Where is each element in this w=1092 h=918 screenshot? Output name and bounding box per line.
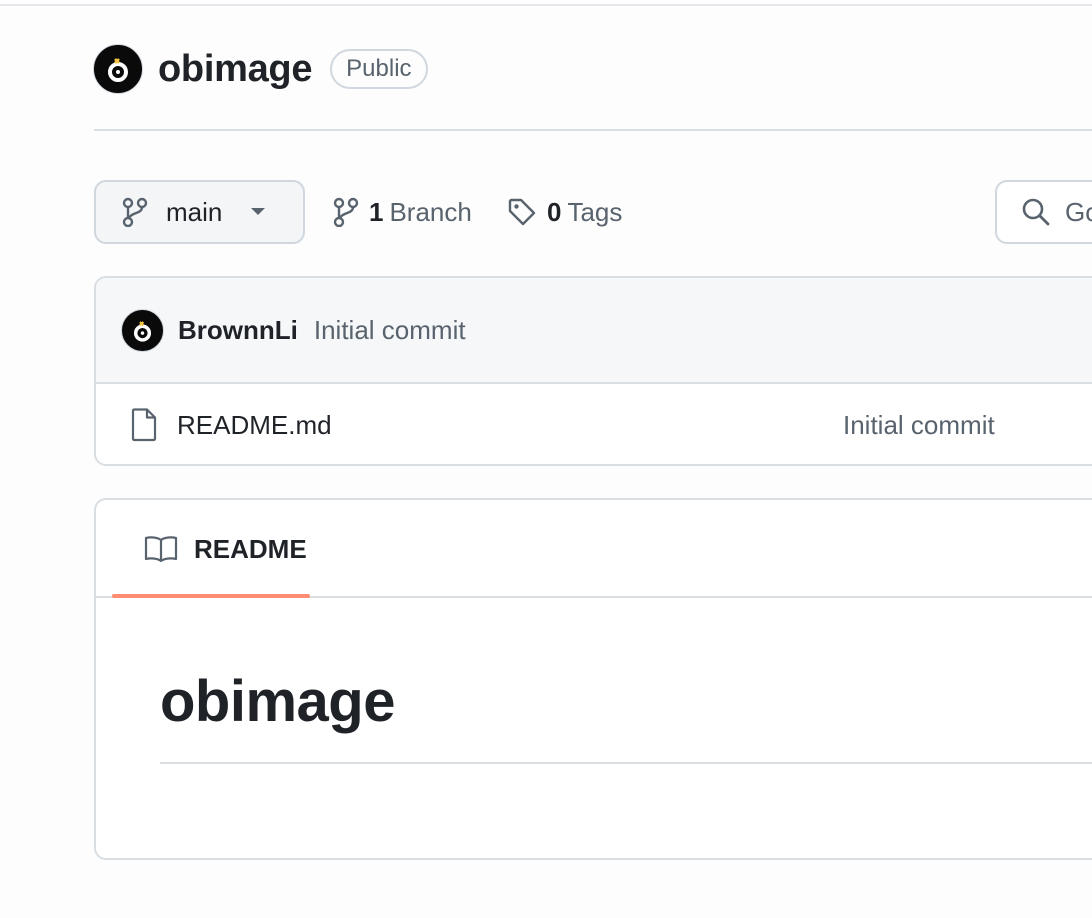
book-icon <box>144 535 178 563</box>
repo-header: obimage Public <box>93 44 428 94</box>
git-branch-icon <box>333 197 359 227</box>
branches-link[interactable]: 1 Branch <box>333 190 472 234</box>
tab-readme-label: README <box>194 533 307 564</box>
visibility-badge: Public <box>330 49 428 89</box>
top-border <box>0 4 1092 6</box>
readme-tab-bar: README <box>96 500 1092 598</box>
header-divider <box>94 129 1092 131</box>
search-placeholder: Go to file <box>1065 196 1092 227</box>
active-tab-indicator <box>112 594 310 598</box>
branch-count: 1 <box>369 196 384 227</box>
branch-name: main <box>166 196 223 227</box>
file-row[interactable]: README.md Initial commit <box>96 384 1092 464</box>
commit-message[interactable]: Initial commit <box>314 315 466 346</box>
readme-heading: obimage <box>160 669 396 734</box>
latest-commit-bar: BrownnLi Initial commit <box>96 278 1092 384</box>
readme-heading-divider <box>160 762 1092 764</box>
file-icon <box>131 408 157 442</box>
tag-label: Tags <box>567 196 623 227</box>
file-listing: BrownnLi Initial commit README.md Initia… <box>94 276 1092 466</box>
file-commit-message[interactable]: Initial commit <box>843 410 995 441</box>
caret-down-icon <box>250 207 266 217</box>
commit-author[interactable]: BrownnLi <box>178 315 298 346</box>
branch-selector-button[interactable]: main <box>94 180 305 244</box>
search-icon <box>1021 197 1051 227</box>
tag-icon <box>507 197 537 227</box>
repo-name[interactable]: obimage <box>158 48 312 91</box>
tag-count: 0 <box>547 196 562 227</box>
commit-author-avatar[interactable] <box>121 308 164 352</box>
file-name-link[interactable]: README.md <box>177 410 332 441</box>
git-branch-icon <box>122 197 148 227</box>
readme-panel: README obimage <box>94 498 1092 860</box>
owner-avatar[interactable] <box>93 44 143 94</box>
tab-readme[interactable]: README <box>112 500 310 598</box>
tags-link[interactable]: 0 Tags <box>507 190 622 234</box>
go-to-file-input[interactable]: Go to file <box>995 180 1092 244</box>
branch-label: Branch <box>389 196 472 227</box>
